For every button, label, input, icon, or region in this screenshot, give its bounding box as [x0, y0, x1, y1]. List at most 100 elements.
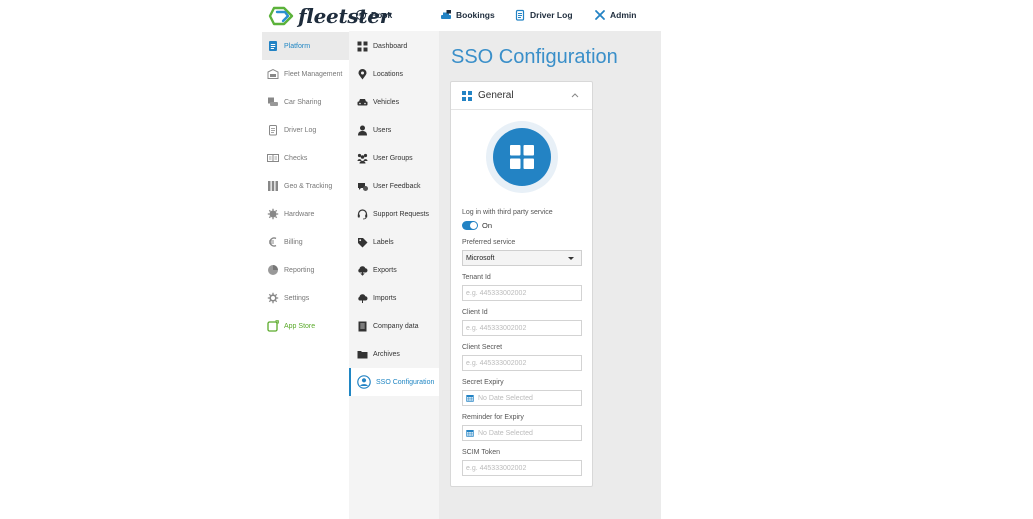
submenu-item-label: User Feedback: [373, 182, 421, 190]
submenu-item-company-data[interactable]: Company data: [349, 312, 439, 340]
client-id-label: Client Id: [462, 309, 488, 316]
tools-icon: [595, 10, 605, 20]
card-header[interactable]: General: [451, 82, 592, 110]
main-content: SSO Configuration General Log in with th…: [439, 31, 661, 519]
tenant-id-input[interactable]: e.g. 445333002002: [462, 285, 582, 301]
plus-circle-icon: [355, 9, 367, 21]
submenu-item-label: Locations: [373, 70, 403, 78]
submenu-item-label: Imports: [373, 294, 397, 302]
dashboard-icon: [357, 41, 368, 51]
calendar-icon: [466, 395, 474, 402]
nav-book[interactable]: Book: [355, 9, 392, 21]
sidebar-item-reporting[interactable]: Reporting: [262, 256, 349, 284]
reminder-datepicker[interactable]: No Date Selected: [462, 425, 582, 441]
nav-driver-log[interactable]: Driver Log: [514, 9, 573, 21]
submenu-item-imports[interactable]: Imports: [349, 284, 439, 312]
secret-expiry-label: Secret Expiry: [462, 379, 504, 386]
sidebar-item-fleet-management[interactable]: Fleet Management: [262, 60, 349, 88]
nav-book-label: Book: [371, 10, 393, 20]
secret-expiry-placeholder: No Date Selected: [478, 394, 533, 402]
secret-expiry-datepicker[interactable]: No Date Selected: [462, 390, 582, 406]
car-icon: [357, 98, 368, 105]
nav-admin-label: Admin: [610, 10, 637, 20]
nav-bookings-label: Bookings: [456, 10, 495, 20]
toggle-label: On: [482, 221, 493, 230]
user-circle-icon: [357, 375, 371, 389]
cloud-download-icon: [358, 265, 368, 276]
submenu-item-locations[interactable]: Locations: [349, 60, 439, 88]
general-card: General Log in with third party service: [450, 81, 593, 487]
folder-icon: [357, 350, 368, 358]
scim-token-input[interactable]: e.g. 445333002002: [462, 460, 582, 476]
sso-badge-icon: [486, 121, 558, 193]
euro-icon: [269, 237, 277, 247]
sidebar-item-label: Checks: [284, 154, 308, 162]
sidebar-item-car-sharing[interactable]: Car Sharing: [262, 88, 349, 116]
card-title: General: [478, 90, 514, 101]
sidebar-item-label: App Store: [284, 322, 316, 330]
sidebar-item-label: Hardware: [284, 210, 315, 218]
submenu-item-label: Company data: [373, 322, 419, 330]
garage-icon: [267, 68, 279, 79]
submenu-item-exports[interactable]: Exports: [349, 256, 439, 284]
submenu-item-vehicles[interactable]: Vehicles: [349, 88, 439, 116]
submenu-item-label: Archives: [373, 350, 400, 358]
preferred-service-label: Preferred service: [462, 239, 516, 246]
checks-icon: [267, 154, 279, 162]
user-icon: [358, 125, 367, 135]
submenu-item-sso-configuration[interactable]: SSO Configuration: [349, 368, 439, 396]
sidebar-item-geo-tracking[interactable]: Geo & Tracking: [262, 172, 349, 200]
sidebar-item-app-store[interactable]: App Store: [262, 312, 349, 340]
page-title: SSO Configuration: [451, 46, 618, 68]
clipboard-icon: [269, 41, 277, 51]
caret-down-icon: [568, 257, 574, 260]
client-secret-label: Client Secret: [462, 344, 503, 351]
submenu-item-label: Support Requests: [373, 210, 430, 218]
headset-icon: [357, 208, 368, 219]
nav-admin[interactable]: Admin: [594, 9, 636, 21]
hardware-icon: [267, 208, 279, 220]
tenant-id-placeholder: e.g. 445333002002: [466, 289, 527, 297]
sidebar-item-label: Fleet Management: [284, 70, 343, 78]
sidebar-item-label: Reporting: [284, 266, 315, 274]
third-party-label: Log in with third party service: [462, 209, 553, 216]
pie-chart-icon: [268, 265, 278, 275]
sidebar-item-label: Billing: [284, 238, 303, 246]
nav-bookings[interactable]: Bookings: [440, 9, 495, 21]
submenu-item-dashboard[interactable]: Dashboard: [349, 32, 439, 60]
nav-driver-log-label: Driver Log: [530, 10, 573, 20]
main-sidebar: Platform Fleet Management Car Sharing Dr…: [262, 31, 349, 519]
user-group-icon: [357, 153, 368, 163]
client-id-placeholder: e.g. 445333002002: [466, 324, 527, 332]
sidebar-item-checks[interactable]: Checks: [262, 144, 349, 172]
dashboard-icon: [510, 145, 534, 169]
scim-token-label: SCIM Token: [462, 449, 500, 456]
chevron-up-icon[interactable]: [571, 92, 579, 98]
client-secret-input[interactable]: e.g. 445333002002: [462, 355, 582, 371]
sidebar-item-platform[interactable]: Platform: [262, 32, 349, 60]
client-id-input[interactable]: e.g. 445333002002: [462, 320, 582, 336]
app-window: fleetster Book Bookings Driver Log Admin…: [0, 0, 1033, 519]
sidebar-item-label: Car Sharing: [284, 98, 322, 106]
sidebar-item-driver-log[interactable]: Driver Log: [262, 116, 349, 144]
tracking-icon: [268, 181, 278, 191]
submenu-item-label: Users: [373, 126, 392, 134]
submenu-item-user-feedback[interactable]: User Feedback: [349, 172, 439, 200]
calendar-icon: [466, 430, 474, 437]
scim-token-placeholder: e.g. 445333002002: [466, 464, 527, 472]
sidebar-item-hardware[interactable]: Hardware: [262, 200, 349, 228]
preferred-service-select[interactable]: Microsoft: [462, 250, 582, 266]
company-data-icon: [358, 321, 367, 331]
submenu-item-labels[interactable]: Labels: [349, 228, 439, 256]
submenu-item-support-requests[interactable]: Support Requests: [349, 200, 439, 228]
sidebar-item-label: Platform: [284, 42, 311, 50]
reminder-label: Reminder for Expiry: [462, 414, 524, 421]
submenu-item-user-groups[interactable]: User Groups: [349, 144, 439, 172]
sidebar-item-billing[interactable]: Billing: [262, 228, 349, 256]
sidebar-item-settings[interactable]: Settings: [262, 284, 349, 312]
submenu-item-users[interactable]: Users: [349, 116, 439, 144]
submenu-item-label: Dashboard: [373, 42, 408, 50]
third-party-toggle-row: On: [462, 221, 492, 230]
submenu-item-archives[interactable]: Archives: [349, 340, 439, 368]
third-party-toggle[interactable]: [462, 221, 478, 230]
